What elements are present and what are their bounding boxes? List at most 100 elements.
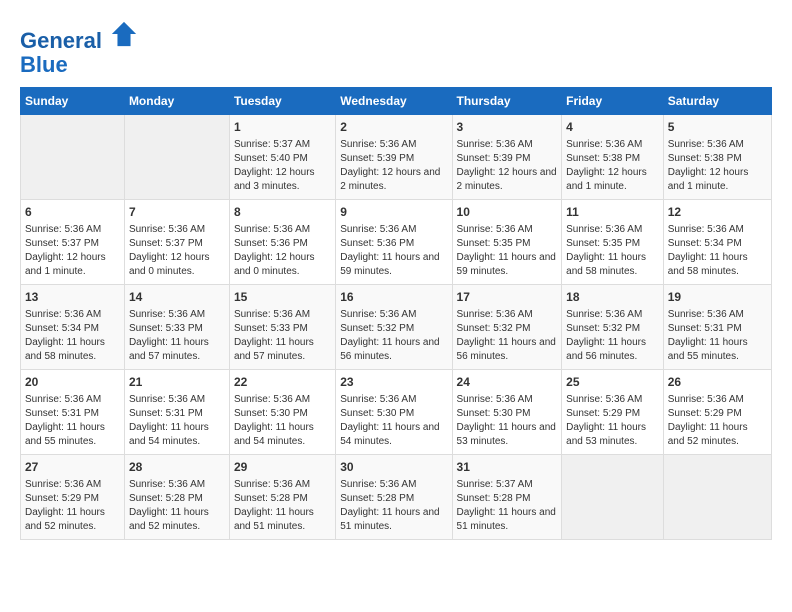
cell-info: Sunrise: 5:36 AM (340, 223, 447, 237)
cell-info: Daylight: 11 hours and 54 minutes. (340, 421, 447, 449)
calendar-cell (21, 115, 125, 200)
cell-info: Sunset: 5:30 PM (457, 407, 558, 421)
day-header-monday: Monday (124, 88, 229, 115)
calendar-cell: 12Sunrise: 5:36 AMSunset: 5:34 PMDayligh… (663, 200, 771, 285)
cell-info: Sunrise: 5:36 AM (25, 393, 120, 407)
calendar-cell: 15Sunrise: 5:36 AMSunset: 5:33 PMDayligh… (229, 285, 335, 370)
calendar-cell: 17Sunrise: 5:36 AMSunset: 5:32 PMDayligh… (452, 285, 562, 370)
day-number: 24 (457, 374, 558, 391)
cell-info: Daylight: 11 hours and 57 minutes. (129, 336, 225, 364)
day-number: 19 (668, 289, 767, 306)
cell-info: Sunset: 5:28 PM (234, 492, 331, 506)
day-number: 4 (566, 119, 659, 136)
calendar-cell: 16Sunrise: 5:36 AMSunset: 5:32 PMDayligh… (336, 285, 452, 370)
cell-info: Daylight: 11 hours and 51 minutes. (457, 506, 558, 534)
calendar-cell: 25Sunrise: 5:36 AMSunset: 5:29 PMDayligh… (562, 370, 664, 455)
cell-info: Sunrise: 5:36 AM (234, 223, 331, 237)
day-number: 9 (340, 204, 447, 221)
calendar-cell: 19Sunrise: 5:36 AMSunset: 5:31 PMDayligh… (663, 285, 771, 370)
calendar-cell: 24Sunrise: 5:36 AMSunset: 5:30 PMDayligh… (452, 370, 562, 455)
day-number: 21 (129, 374, 225, 391)
day-number: 28 (129, 459, 225, 476)
day-header-thursday: Thursday (452, 88, 562, 115)
cell-info: Daylight: 11 hours and 57 minutes. (234, 336, 331, 364)
day-number: 23 (340, 374, 447, 391)
day-number: 20 (25, 374, 120, 391)
cell-info: Sunrise: 5:36 AM (129, 308, 225, 322)
cell-info: Daylight: 11 hours and 56 minutes. (340, 336, 447, 364)
cell-info: Sunrise: 5:36 AM (25, 223, 120, 237)
cell-info: Sunrise: 5:36 AM (340, 478, 447, 492)
page-header: General Blue (20, 20, 772, 77)
day-number: 27 (25, 459, 120, 476)
cell-info: Sunset: 5:32 PM (457, 322, 558, 336)
cell-info: Daylight: 12 hours and 2 minutes. (457, 166, 558, 194)
cell-info: Sunrise: 5:36 AM (234, 393, 331, 407)
calendar-header-row: SundayMondayTuesdayWednesdayThursdayFrid… (21, 88, 772, 115)
cell-info: Sunset: 5:32 PM (566, 322, 659, 336)
day-header-wednesday: Wednesday (336, 88, 452, 115)
cell-info: Sunrise: 5:36 AM (25, 308, 120, 322)
cell-info: Sunset: 5:35 PM (457, 237, 558, 251)
cell-info: Daylight: 12 hours and 1 minute. (668, 166, 767, 194)
cell-info: Sunrise: 5:36 AM (129, 223, 225, 237)
cell-info: Sunrise: 5:36 AM (234, 308, 331, 322)
calendar-cell: 21Sunrise: 5:36 AMSunset: 5:31 PMDayligh… (124, 370, 229, 455)
cell-info: Sunrise: 5:36 AM (668, 393, 767, 407)
cell-info: Daylight: 11 hours and 54 minutes. (129, 421, 225, 449)
week-row-4: 20Sunrise: 5:36 AMSunset: 5:31 PMDayligh… (21, 370, 772, 455)
cell-info: Sunset: 5:38 PM (566, 152, 659, 166)
calendar-cell: 26Sunrise: 5:36 AMSunset: 5:29 PMDayligh… (663, 370, 771, 455)
week-row-5: 27Sunrise: 5:36 AMSunset: 5:29 PMDayligh… (21, 455, 772, 540)
day-number: 8 (234, 204, 331, 221)
calendar-cell: 23Sunrise: 5:36 AMSunset: 5:30 PMDayligh… (336, 370, 452, 455)
cell-info: Sunrise: 5:36 AM (234, 478, 331, 492)
cell-info: Daylight: 11 hours and 53 minutes. (566, 421, 659, 449)
cell-info: Sunset: 5:36 PM (340, 237, 447, 251)
day-number: 18 (566, 289, 659, 306)
cell-info: Sunset: 5:28 PM (457, 492, 558, 506)
calendar-cell: 3Sunrise: 5:36 AMSunset: 5:39 PMDaylight… (452, 115, 562, 200)
cell-info: Daylight: 11 hours and 58 minutes. (25, 336, 120, 364)
cell-info: Sunset: 5:38 PM (668, 152, 767, 166)
cell-info: Sunset: 5:32 PM (340, 322, 447, 336)
day-number: 25 (566, 374, 659, 391)
calendar-cell: 22Sunrise: 5:36 AMSunset: 5:30 PMDayligh… (229, 370, 335, 455)
day-number: 10 (457, 204, 558, 221)
cell-info: Sunset: 5:31 PM (129, 407, 225, 421)
calendar-cell: 29Sunrise: 5:36 AMSunset: 5:28 PMDayligh… (229, 455, 335, 540)
calendar-cell: 9 Sunrise: 5:36 AMSunset: 5:36 PMDaylight… (336, 200, 452, 285)
cell-info: Daylight: 12 hours and 1 minute. (25, 251, 120, 279)
calendar-cell: 6Sunrise: 5:36 AMSunset: 5:37 PMDaylight… (21, 200, 125, 285)
cell-info: Sunrise: 5:36 AM (457, 223, 558, 237)
cell-info: Daylight: 11 hours and 52 minutes. (129, 506, 225, 534)
day-number: 6 (25, 204, 120, 221)
day-number: 7 (129, 204, 225, 221)
week-row-2: 6Sunrise: 5:36 AMSunset: 5:37 PMDaylight… (21, 200, 772, 285)
calendar-cell: 8Sunrise: 5:36 AMSunset: 5:36 PMDaylight… (229, 200, 335, 285)
day-number: 22 (234, 374, 331, 391)
day-number: 17 (457, 289, 558, 306)
day-number: 14 (129, 289, 225, 306)
day-number: 5 (668, 119, 767, 136)
cell-info: Sunset: 5:28 PM (129, 492, 225, 506)
cell-info: Daylight: 11 hours and 59 minutes. (340, 251, 447, 279)
cell-info: Sunrise: 5:36 AM (129, 478, 225, 492)
week-row-1: 1Sunrise: 5:37 AMSunset: 5:40 PMDaylight… (21, 115, 772, 200)
cell-info: Daylight: 12 hours and 0 minutes. (129, 251, 225, 279)
cell-info: Sunset: 5:34 PM (25, 322, 120, 336)
calendar-cell: 1Sunrise: 5:37 AMSunset: 5:40 PMDaylight… (229, 115, 335, 200)
calendar-cell (562, 455, 664, 540)
cell-info: Sunrise: 5:36 AM (25, 478, 120, 492)
cell-info: Daylight: 11 hours and 54 minutes. (234, 421, 331, 449)
cell-info: Daylight: 11 hours and 59 minutes. (457, 251, 558, 279)
cell-info: Daylight: 12 hours and 1 minute. (566, 166, 659, 194)
day-header-friday: Friday (562, 88, 664, 115)
cell-info: Sunrise: 5:36 AM (457, 308, 558, 322)
cell-info: Sunrise: 5:36 AM (566, 223, 659, 237)
cell-info: Sunset: 5:29 PM (25, 492, 120, 506)
calendar-cell: 27Sunrise: 5:36 AMSunset: 5:29 PMDayligh… (21, 455, 125, 540)
calendar-cell: 7Sunrise: 5:36 AMSunset: 5:37 PMDaylight… (124, 200, 229, 285)
day-header-tuesday: Tuesday (229, 88, 335, 115)
day-number: 3 (457, 119, 558, 136)
